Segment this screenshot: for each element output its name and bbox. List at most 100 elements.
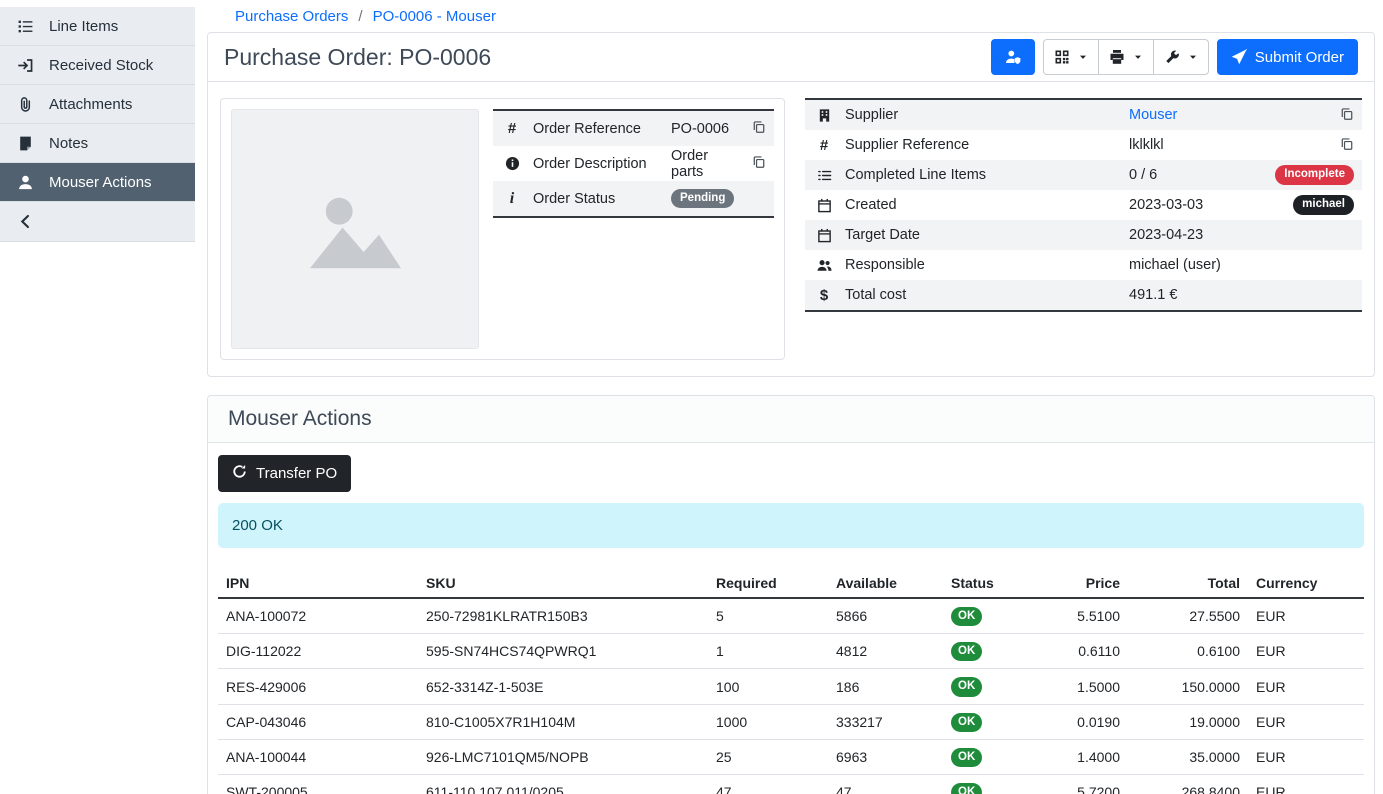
paperclip-icon xyxy=(16,96,34,113)
table-cell: EUR xyxy=(1248,634,1364,669)
purchase-order-header: Purchase Order: PO-0006 Submit Order xyxy=(208,33,1374,82)
order-detail-table: #Order ReferencePO-0006Order Description… xyxy=(493,109,774,218)
person-shield-icon xyxy=(1005,49,1021,65)
list-check-icon xyxy=(813,168,835,183)
info-plain-icon: i xyxy=(501,191,523,207)
column-header-available: Available xyxy=(828,569,943,598)
detail-row-order-description: Order DescriptionOrder parts xyxy=(493,146,774,181)
detail-value: 2023-04-23 xyxy=(1129,227,1344,243)
detail-row-responsible: Responsible michael (user) xyxy=(805,250,1362,280)
copy-button[interactable] xyxy=(1340,137,1354,154)
link-mouser[interactable]: Mouser xyxy=(1129,107,1177,123)
barcode-actions-dropdown[interactable] xyxy=(1043,39,1099,75)
table-cell: OK xyxy=(943,739,1043,774)
button-label: Submit Order xyxy=(1255,49,1344,66)
hash-icon: # xyxy=(501,121,523,136)
printer-icon xyxy=(1109,49,1125,65)
sidebar-item-attachments[interactable]: Attachments xyxy=(0,85,195,124)
table-cell: 250-72981KLRATR150B3 xyxy=(418,598,708,634)
copy-button[interactable] xyxy=(1340,107,1354,124)
caret-down-icon xyxy=(1133,52,1143,62)
detail-label: Order Status xyxy=(533,191,661,207)
detail-value: PO-0006 xyxy=(671,121,742,137)
table-cell: 652-3314Z-1-503E xyxy=(418,669,708,704)
sidebar-item-mouser-actions[interactable]: Mouser Actions xyxy=(0,163,195,202)
table-cell: 4812 xyxy=(828,634,943,669)
submit-order-button[interactable]: Submit Order xyxy=(1217,39,1358,75)
table-cell: ANA-100044 xyxy=(218,739,418,774)
paper-plane-icon xyxy=(1231,49,1247,65)
table-cell: 333217 xyxy=(828,704,943,739)
detail-value: Mouser xyxy=(1129,107,1330,123)
sidebar-item-label: Attachments xyxy=(49,96,132,113)
table-cell: 186 xyxy=(828,669,943,704)
transfer-po-button[interactable]: Transfer PO xyxy=(218,455,351,492)
sidebar-item-received-stock[interactable]: Received Stock xyxy=(0,46,195,85)
table-cell: 1 xyxy=(708,634,828,669)
user-icon xyxy=(16,174,34,191)
table-cell: 25 xyxy=(708,739,828,774)
print-actions-dropdown[interactable] xyxy=(1098,39,1154,75)
table-cell: OK xyxy=(943,704,1043,739)
table-row: RES-429006652-3314Z-1-503E100186OK1.5000… xyxy=(218,669,1364,704)
table-cell: 1.4000 xyxy=(1043,739,1128,774)
badge-pending: Pending xyxy=(671,189,734,208)
app-layout: Line Items Received Stock Attachments Notes… xyxy=(0,0,1383,794)
detail-label: Responsible xyxy=(845,257,1119,273)
table-cell: OK xyxy=(943,669,1043,704)
table-cell: 47 xyxy=(708,775,828,794)
detail-value: 2023-03-03 xyxy=(1129,197,1283,213)
users-icon xyxy=(813,258,835,273)
order-image-placeholder[interactable] xyxy=(231,109,479,349)
column-header-ipn: IPN xyxy=(218,569,418,598)
tools-icon xyxy=(1164,49,1180,65)
copy-button[interactable] xyxy=(752,120,766,137)
table-row: ANA-100072250-72981KLRATR150B355866OK5.5… xyxy=(218,598,1364,634)
dollar-icon: $ xyxy=(813,288,835,303)
mouser-actions-body: Transfer PO 200 OK IPNSKURequiredAvailab… xyxy=(208,443,1374,794)
copy-icon xyxy=(1340,137,1354,154)
table-cell: 611-110.107.011/0205 xyxy=(418,775,708,794)
sidebar-item-label: Mouser Actions xyxy=(49,174,152,191)
sidebar-item-label: Received Stock xyxy=(49,57,153,74)
caret-down-icon xyxy=(1078,52,1088,62)
ok-badge: OK xyxy=(951,713,982,732)
column-header-currency: Currency xyxy=(1248,569,1364,598)
user-shield-button[interactable] xyxy=(991,39,1035,75)
order-details-panel: #Order ReferencePO-0006Order Description… xyxy=(220,98,785,360)
table-cell: EUR xyxy=(1248,704,1364,739)
breadcrumb-link-purchase-orders[interactable]: Purchase Orders xyxy=(235,8,348,25)
mouser-results-table: IPNSKURequiredAvailableStatusPriceTotalC… xyxy=(218,569,1364,794)
sidebar-item-label: Notes xyxy=(49,135,88,152)
order-actions-dropdown[interactable] xyxy=(1153,39,1209,75)
table-cell: RES-429006 xyxy=(218,669,418,704)
calendar-icon xyxy=(813,198,835,213)
sign-in-icon xyxy=(16,57,34,74)
qr-icon xyxy=(1054,49,1070,65)
detail-extra xyxy=(752,120,766,137)
column-header-total: Total xyxy=(1128,569,1248,598)
table-cell: 6963 xyxy=(828,739,943,774)
detail-row-supplier: SupplierMouser xyxy=(805,100,1362,130)
sidebar-collapse-button[interactable] xyxy=(0,202,195,242)
table-cell: 5866 xyxy=(828,598,943,634)
breadcrumb-link-current-order[interactable]: PO-0006 - Mouser xyxy=(373,8,496,25)
column-header-status: Status xyxy=(943,569,1043,598)
copy-button[interactable] xyxy=(752,155,766,172)
table-cell: 47 xyxy=(828,775,943,794)
transfer-po-label: Transfer PO xyxy=(256,465,337,482)
table-cell: 27.5500 xyxy=(1128,598,1248,634)
sidebar-item-notes[interactable]: Notes xyxy=(0,124,195,163)
detail-row-total-cost: $Total cost491.1 € xyxy=(805,280,1362,310)
table-cell: EUR xyxy=(1248,598,1364,634)
detail-extra: Incomplete xyxy=(1275,165,1354,184)
table-row: SWT-200005611-110.107.011/02054747OK5.72… xyxy=(218,775,1364,794)
detail-value: michael (user) xyxy=(1129,257,1344,273)
table-cell: 0.0190 xyxy=(1043,704,1128,739)
detail-label: Supplier Reference xyxy=(845,137,1119,153)
table-cell: 595-SN74HCS74QPWRQ1 xyxy=(418,634,708,669)
table-cell: CAP-043046 xyxy=(218,704,418,739)
badge-michael: michael xyxy=(1293,195,1354,214)
sidebar-item-line-items[interactable]: Line Items xyxy=(0,7,195,46)
table-cell: 810-C1005X7R1H104M xyxy=(418,704,708,739)
